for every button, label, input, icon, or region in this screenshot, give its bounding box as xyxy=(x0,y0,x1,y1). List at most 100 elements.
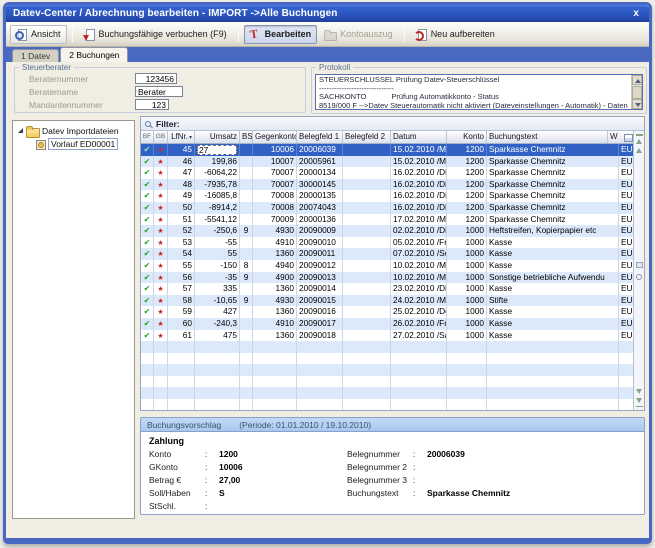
cell-umsatz xyxy=(195,353,240,365)
column-header-umsatz[interactable]: Umsatz xyxy=(195,131,240,143)
tree-item-importdateien[interactable]: Datev Importdateien xyxy=(13,124,134,137)
detail-row-soll-haben: Soll/Haben:SBuchungstext:Sparkasse Chemn… xyxy=(149,487,636,500)
cell-konto: 1200 xyxy=(447,167,487,179)
scroll-down-icon[interactable] xyxy=(636,398,642,403)
cell-bf xyxy=(141,387,154,399)
toolbar-button-label: Ansicht xyxy=(31,29,61,39)
page-down-icon[interactable] xyxy=(636,389,642,394)
cell-konto: 1200 xyxy=(447,202,487,214)
table-row[interactable]: 60-240,349102009001726.02.2010 /Fr1000Ka… xyxy=(141,318,644,330)
toolbar-button-label: Buchungsfähige verbuchen (F9) xyxy=(99,29,227,39)
table-row[interactable]: 52-250,6949302009000902.02.2010 /Di1000H… xyxy=(141,225,644,237)
cell-datum: 26.02.2010 /Fr xyxy=(391,318,447,330)
detail-value xyxy=(219,500,347,513)
tab-1-datev[interactable]: 1 Datev xyxy=(12,49,59,62)
table-row[interactable]: 53-5549102009001005.02.2010 /Fr1000Kasse… xyxy=(141,237,644,249)
cell-gb xyxy=(154,272,168,284)
column-header-bf[interactable]: BF xyxy=(141,131,154,143)
cell-umsatz: -150 xyxy=(195,260,240,272)
mandantennummer-field[interactable] xyxy=(135,99,169,110)
toolbar-button-bearbeiten[interactable]: Bearbeiten xyxy=(244,25,318,44)
column-header-datum[interactable]: Datum xyxy=(391,131,447,143)
page-up-icon[interactable] xyxy=(636,148,642,153)
tree-item-vorlauf[interactable]: Vorlauf ED00001 xyxy=(13,137,134,150)
cell-datum: 27.02.2010 /Sa xyxy=(391,330,447,342)
table-row[interactable]: 47-6064,22700072000013416.02.2010 /Di120… xyxy=(141,167,644,179)
table-row[interactable]: 56-35949002009001310.02.2010 /Mi1000Sons… xyxy=(141,272,644,284)
column-header-belegfeld-1[interactable]: Belegfeld 1 xyxy=(297,131,343,143)
cell-gb xyxy=(154,156,168,168)
column-header-w[interactable]: W xyxy=(608,131,622,143)
column-header-gegenkonto[interactable]: Gegenkonto xyxy=(253,131,297,143)
cell-w xyxy=(619,399,633,411)
column-header-gb[interactable]: GB xyxy=(154,131,168,143)
column-header-bs[interactable]: BS xyxy=(240,131,253,143)
cell-w xyxy=(619,376,633,388)
cell-buchungstext xyxy=(487,364,619,376)
table-row[interactable]: 545513602009001107.02.2010 /So1000KasseE… xyxy=(141,248,644,260)
cell-lfnr: 47 xyxy=(168,167,195,179)
cell-bs xyxy=(240,364,253,376)
detail-label xyxy=(347,500,413,513)
table-row[interactable]: 46199,86100072000596115.02.2010 /Mo1200S… xyxy=(141,156,644,168)
cell-gegenkonto xyxy=(253,341,297,353)
cell-belegfeld1: 20090010 xyxy=(297,237,343,249)
column-options-icon[interactable] xyxy=(636,262,643,268)
column-header-lfnr[interactable]: LfNr. xyxy=(168,131,195,143)
toolbar-button-buchungsf-hige-verbuchen-f9[interactable]: Buchungsfähige verbuchen (F9) xyxy=(78,25,233,44)
cell-w xyxy=(619,341,633,353)
inline-edit-input[interactable]: 27 xyxy=(197,145,237,155)
cell-belegfeld1: 20006039 xyxy=(297,144,343,156)
scroll-to-top-icon[interactable] xyxy=(636,134,643,136)
cell-lfnr: 58 xyxy=(168,295,195,307)
cell-umsatz: 335 xyxy=(195,283,240,295)
scroll-down-arrow-icon[interactable] xyxy=(632,99,642,109)
cell-bs xyxy=(240,202,253,214)
detail-value xyxy=(427,474,636,487)
cell-datum: 16.02.2010 /Di xyxy=(391,190,447,202)
cell-lfnr: 56 xyxy=(168,272,195,284)
scroll-up-arrow-icon[interactable] xyxy=(632,75,642,85)
edit-icon xyxy=(248,28,261,41)
table-row[interactable]: 5733513602009001423.02.2010 /Di1000Kasse… xyxy=(141,283,644,295)
cell-w: EU xyxy=(619,214,633,226)
close-button[interactable]: x xyxy=(630,8,642,19)
cell-konto: 1200 xyxy=(447,144,487,156)
cell-datum xyxy=(391,399,447,411)
table-row[interactable]: 55-150849402009001210.02.2010 /Mi1000Kas… xyxy=(141,260,644,272)
table-row[interactable]: 48-7935,78700073000014516.02.2010 /Di120… xyxy=(141,179,644,191)
search-icon[interactable] xyxy=(636,274,642,280)
filter-row[interactable]: Filter: xyxy=(141,117,644,131)
cell-belegfeld2 xyxy=(343,214,391,226)
column-header-buchungstext[interactable]: Buchungstext xyxy=(487,131,608,143)
column-header-belegfeld-2[interactable]: Belegfeld 2 xyxy=(343,131,391,143)
table-row[interactable]: 5942713602009001625.02.2010 /Do1000Kasse… xyxy=(141,306,644,318)
table-row[interactable]: 4527100062000603915.02.2010 /Mo1200Spark… xyxy=(141,144,644,156)
scroll-up-icon[interactable] xyxy=(636,139,642,144)
table-row[interactable]: 49-16085,8700082000013516.02.2010 /Di120… xyxy=(141,190,644,202)
cell-bf xyxy=(141,225,154,237)
table-row[interactable]: 50-8914,2700082007404316.02.2010 /Di1200… xyxy=(141,202,644,214)
cell-belegfeld1: 20090018 xyxy=(297,330,343,342)
tree-expander-icon[interactable] xyxy=(18,128,23,133)
tree-root-label: Datev Importdateien xyxy=(42,126,119,136)
cell-datum: 16.02.2010 /Di xyxy=(391,179,447,191)
table-row[interactable]: 51-5541,12700092000013617.02.2010 /Mi120… xyxy=(141,214,644,226)
cell-gb xyxy=(154,376,168,388)
toolbar-button-neu-aufbereiten[interactable]: Neu aufbereiten xyxy=(410,25,501,44)
cell-umsatz: -6064,22 xyxy=(195,167,240,179)
scroll-to-bottom-icon[interactable] xyxy=(636,406,643,408)
protokoll-scrollbar[interactable] xyxy=(631,75,642,109)
scrollbar-thumb[interactable] xyxy=(632,86,642,99)
column-header-konto[interactable]: Konto xyxy=(447,131,487,143)
table-row[interactable]: 6147513602009001827.02.2010 /Sa1000Kasse… xyxy=(141,330,644,342)
cell-lfnr: 52 xyxy=(168,225,195,237)
cell-bs: 9 xyxy=(240,225,253,237)
table-row[interactable]: 58-10,65949302009001524.02.2010 /Mi1000S… xyxy=(141,295,644,307)
beratername-field[interactable] xyxy=(135,86,183,97)
tab-2-buchungen[interactable]: 2 Buchungen xyxy=(60,47,128,62)
beraternummer-field[interactable] xyxy=(135,73,177,84)
cell-buchungstext: Sonstige betriebliche Aufwendu xyxy=(487,272,619,284)
grid-options-icon[interactable] xyxy=(622,131,633,143)
toolbar-button-ansicht[interactable]: Ansicht xyxy=(10,25,67,44)
